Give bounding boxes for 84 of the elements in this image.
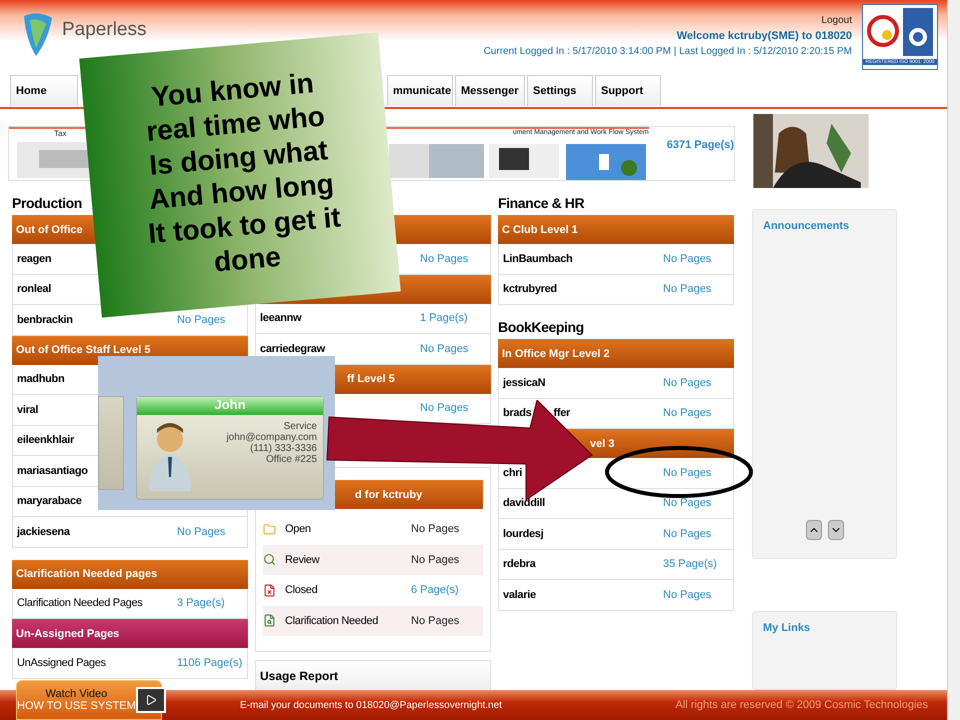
folder-icon (263, 522, 276, 536)
pages-link[interactable]: No Pages (663, 528, 725, 540)
page-count[interactable]: 6371 Page(s) (666, 139, 734, 180)
status-label[interactable]: Clarification Needed (285, 614, 411, 627)
panel-title: Announcements (763, 220, 850, 232)
nav-tab[interactable]: Messenger (455, 75, 525, 106)
card-detail: john@company.com (226, 432, 317, 443)
banner-caption: Tax (54, 129, 66, 140)
pages-count: No Pages (411, 614, 460, 627)
row-name: Clarification Needed Pages (17, 597, 143, 610)
row-name: jackiesena (17, 526, 70, 538)
group-header: Clarification Needed pages (12, 560, 248, 588)
row-name: chri (503, 466, 522, 479)
row-name: viral (17, 404, 38, 416)
pages-link[interactable]: No Pages (420, 252, 482, 265)
row-name: lourdesj (503, 528, 544, 540)
pages-link[interactable]: No Pages (663, 407, 725, 420)
pages-link[interactable]: No Pages (663, 466, 725, 479)
row-name: daviddill (503, 497, 545, 510)
pages-count: No Pages (411, 523, 460, 536)
brand-name: Paperless (62, 19, 146, 41)
card-detail: (111) 333-3336 (250, 443, 317, 454)
pages-count: No Pages (411, 554, 460, 566)
pages-link[interactable]: 35 Page(s) (663, 558, 725, 570)
pages-link[interactable]: No Pages (420, 402, 482, 414)
logout-link[interactable]: Logout (821, 15, 852, 26)
email-info: E-mail your documents to 018020@Paperlessovernight.net (240, 700, 502, 710)
scroll-up-button[interactable] (806, 520, 822, 540)
row-name: rdebra (503, 558, 536, 570)
scroll-down-button[interactable] (828, 520, 844, 540)
row-name: eileenkhlair (17, 434, 74, 446)
pages-link[interactable]: No Pages (420, 342, 482, 355)
row-name: mariasantiago (17, 464, 88, 477)
row-name: LinBaumbach (503, 252, 572, 265)
nav-tab[interactable]: Home (10, 75, 78, 106)
status-label[interactable]: Review (285, 554, 411, 566)
pages-link[interactable]: No Pages (663, 588, 725, 601)
row-name: maryarabace (17, 495, 82, 508)
panel-title: My Links (763, 622, 812, 634)
group-header: In Office Mgr Level 2 (498, 339, 734, 368)
pages-link[interactable]: No Pages (663, 376, 725, 389)
nav-tab[interactable]: mmunicate (387, 75, 453, 106)
play-icon (136, 687, 166, 713)
row-name: leeannw (260, 312, 302, 324)
row-name: valarie (503, 588, 536, 601)
row-name: UnAssigned Pages (17, 656, 106, 669)
pages-link[interactable]: No Pages (663, 283, 725, 296)
status-label[interactable]: Open (285, 523, 411, 536)
search-icon (263, 553, 276, 566)
row-name: carriedegraw (260, 342, 325, 355)
card-detail: Office #225 (266, 454, 317, 465)
pages-link[interactable]: No Pages (177, 526, 239, 538)
row-name: jessicaN (503, 376, 546, 389)
copyright-text: All rights are reserved © 2009 Cosmic Technologies (676, 699, 928, 711)
row-name: reagen (17, 252, 52, 265)
row-name: brads (503, 407, 532, 420)
row-name: kctrubyred (503, 283, 557, 296)
person-figure-icon (147, 421, 193, 491)
status-label[interactable]: Closed (285, 584, 411, 596)
scrollbar[interactable] (947, 0, 960, 720)
welcome-text: Welcome kctruby(SME) to 018020 (676, 30, 852, 42)
group-header: C Club Level 1 (498, 215, 734, 244)
row-name: benbrackin (17, 314, 73, 326)
row-name: ffer (553, 407, 570, 420)
pages-link[interactable]: No Pages (663, 252, 725, 265)
pages-link[interactable]: 3 Page(s) (177, 597, 239, 610)
section-title: Production (12, 194, 82, 213)
report-title: Usage Report (260, 669, 338, 683)
pages-link[interactable]: No Pages (177, 314, 239, 326)
pages-link[interactable]: 1 Page(s) (420, 312, 482, 324)
card-name: John (137, 397, 323, 415)
file-x-icon (263, 584, 276, 597)
group-header: Un-Assigned Pages (12, 619, 248, 648)
nav-tab[interactable]: Support (595, 75, 661, 106)
section-title: Finance & HR (498, 194, 584, 213)
login-info: Current Logged In : 5/17/2010 3:14:00 PM | Last Logged In : 5/12/2010 2:20:15 PM (484, 46, 852, 57)
file-search-icon (263, 614, 276, 628)
pages-link[interactable]: 6 Page(s) (411, 584, 483, 596)
row-name: madhubn (17, 373, 64, 386)
section-title: BookKeeping (498, 318, 584, 337)
row-name: ronleal (17, 283, 51, 296)
nav-tab[interactable]: Settings (527, 75, 593, 106)
card-detail: Service (284, 421, 317, 432)
pages-link[interactable]: No Pages (663, 497, 725, 510)
